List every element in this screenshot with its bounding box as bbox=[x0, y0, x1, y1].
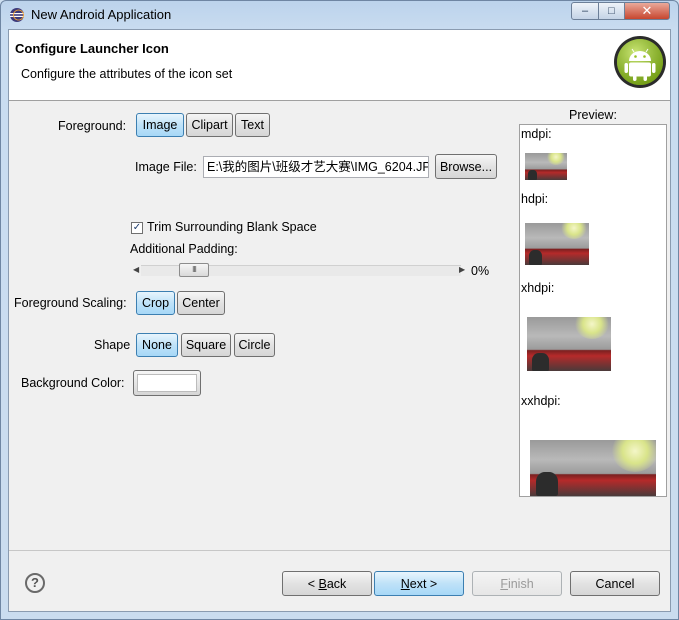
density-xxhdpi-label: xxhdpi: bbox=[521, 394, 561, 408]
background-color-button[interactable] bbox=[133, 370, 201, 396]
back-button[interactable]: < Back bbox=[282, 571, 372, 596]
trim-label: Trim Surrounding Blank Space bbox=[147, 220, 317, 234]
trim-checkbox[interactable]: ✓ bbox=[131, 222, 143, 234]
scaling-label: Foreground Scaling: bbox=[14, 296, 127, 310]
scaling-center-button[interactable]: Center bbox=[177, 291, 225, 315]
back-label: ack bbox=[326, 576, 347, 591]
density-mdpi-label: mdpi: bbox=[521, 127, 552, 141]
padding-label: Additional Padding: bbox=[130, 242, 238, 256]
background-color-swatch bbox=[137, 374, 197, 392]
image-file-input[interactable]: E:\我的图片\班级才艺大赛\IMG_6204.JP bbox=[203, 156, 429, 178]
density-xhdpi-label: xhdpi: bbox=[521, 281, 555, 295]
close-icon: ✕ bbox=[641, 3, 653, 18]
android-logo-icon bbox=[614, 36, 666, 88]
image-file-label: Image File: bbox=[135, 160, 197, 174]
slider-left-arrow-icon[interactable]: ◀ bbox=[133, 265, 139, 274]
next-mnemonic: N bbox=[400, 576, 410, 591]
shape-none-button[interactable]: None bbox=[136, 333, 178, 357]
shape-circle-button[interactable]: Circle bbox=[234, 333, 275, 357]
title-bar[interactable]: New Android Application – □ ✕ bbox=[1, 1, 679, 29]
foreground-label: Foreground: bbox=[58, 119, 127, 133]
back-prefix: < bbox=[307, 576, 319, 591]
window-title: New Android Application bbox=[31, 7, 172, 22]
browse-button[interactable]: Browse... bbox=[435, 154, 497, 179]
wizard-header: Configure Launcher Icon Configure the at… bbox=[9, 30, 670, 101]
background-color-label: Background Color: bbox=[21, 376, 125, 390]
back-mnemonic: B bbox=[318, 576, 327, 591]
preview-panel: mdpi: hdpi: xhdpi: xxhdpi: bbox=[519, 124, 667, 497]
footer-separator bbox=[9, 550, 670, 551]
foreground-image-button[interactable]: Image bbox=[136, 113, 184, 137]
scaling-crop-button[interactable]: Crop bbox=[136, 291, 175, 315]
preview-hdpi-image bbox=[525, 223, 589, 265]
checkmark-icon: ✓ bbox=[132, 222, 142, 233]
help-icon[interactable]: ? bbox=[25, 573, 45, 593]
padding-value: 0% bbox=[471, 264, 490, 278]
page-title: Configure Launcher Icon bbox=[15, 41, 169, 56]
minimize-button[interactable]: – bbox=[571, 2, 599, 20]
finish-label: inish bbox=[507, 576, 534, 591]
finish-mnemonic: F bbox=[500, 576, 508, 591]
wizard-page: Configure Launcher Icon Configure the at… bbox=[8, 29, 671, 612]
eclipse-app-icon bbox=[10, 8, 24, 22]
maximize-button[interactable]: □ bbox=[598, 2, 625, 20]
maximize-icon: □ bbox=[608, 5, 615, 17]
padding-slider-thumb[interactable]: III bbox=[179, 263, 209, 277]
shape-square-button[interactable]: Square bbox=[181, 333, 231, 357]
preview-xxhdpi-image bbox=[530, 440, 656, 496]
next-label: ext > bbox=[409, 576, 438, 591]
density-hdpi-label: hdpi: bbox=[521, 192, 549, 206]
foreground-clipart-button[interactable]: Clipart bbox=[186, 113, 233, 137]
minimize-icon: – bbox=[581, 5, 589, 17]
preview-label: Preview: bbox=[569, 108, 617, 122]
next-button[interactable]: Next > bbox=[374, 571, 464, 596]
cancel-button[interactable]: Cancel bbox=[570, 571, 660, 596]
foreground-text-button[interactable]: Text bbox=[235, 113, 270, 137]
slider-right-arrow-icon[interactable]: ▶ bbox=[459, 265, 465, 274]
finish-button[interactable]: Finish bbox=[472, 571, 562, 596]
close-button[interactable]: ✕ bbox=[624, 2, 670, 20]
shape-label: Shape bbox=[94, 338, 131, 352]
preview-mdpi-image bbox=[525, 153, 567, 180]
preview-xhdpi-image bbox=[527, 317, 611, 371]
page-subtitle: Configure the attributes of the icon set bbox=[21, 67, 233, 81]
